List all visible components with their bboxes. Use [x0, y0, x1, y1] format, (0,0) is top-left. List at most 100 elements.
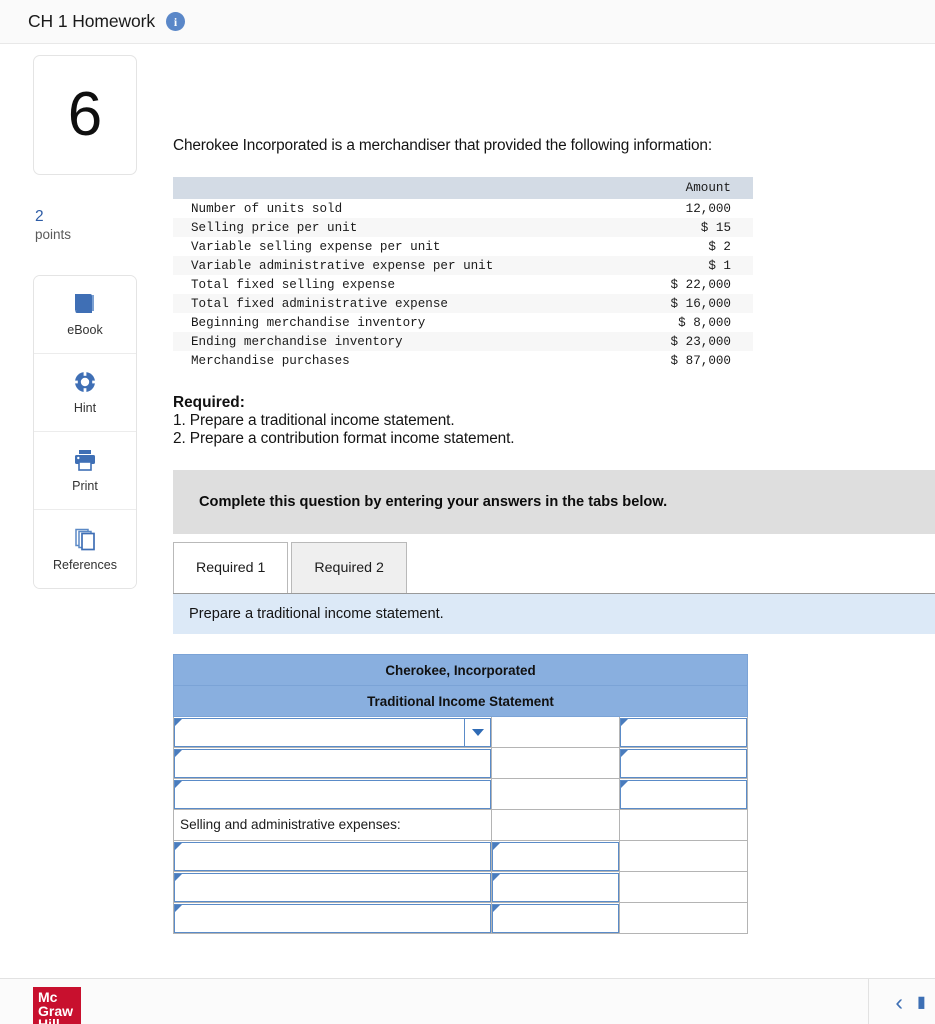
table-row	[173, 871, 748, 903]
question-number: 6	[67, 80, 103, 149]
answer-cell-r3c3[interactable]	[620, 779, 747, 809]
answer-cell-r6c2[interactable]	[492, 872, 619, 902]
question-prompt: Cherokee Incorporated is a merchandiser …	[173, 137, 712, 154]
instruction-banner: Complete this question by entering your …	[173, 470, 935, 534]
sidebar-item-hint[interactable]: Hint	[34, 354, 136, 433]
grid-cell-r4c2	[491, 809, 620, 841]
grid-cell-r1c2	[491, 716, 620, 748]
footer-bar: Mc Graw Hill ‹ ▮	[0, 978, 935, 1024]
instruction-banner-text: Complete this question by entering your …	[199, 494, 668, 510]
grid-statement-title: Traditional Income Statement	[173, 685, 748, 717]
grid-title-row-2: Traditional Income Statement	[173, 685, 748, 717]
required-item-2: 2. Prepare a contribution format income …	[173, 430, 515, 447]
table-row: Merchandise purchases $ 87,000	[173, 351, 753, 370]
tab-required-1[interactable]: Required 1	[173, 542, 289, 593]
grid-cell-r6c1[interactable]	[173, 871, 492, 903]
tab-label: Required 2	[314, 560, 384, 576]
question-number-box: 6	[33, 55, 137, 175]
sidebar-item-print[interactable]: Print	[34, 432, 136, 511]
grid-cell-r6c2[interactable]	[491, 871, 620, 903]
answer-cell-r2c1[interactable]	[174, 748, 491, 778]
given-data-table: Amount Number of units sold 12,000 Selling…	[173, 177, 753, 370]
fact-label: Beginning merchandise inventory	[173, 313, 628, 332]
required-block: Required: 1. Prepare a traditional incom…	[173, 394, 935, 448]
answer-input-r1c3[interactable]	[621, 718, 746, 746]
grid-cell-r7c1[interactable]	[173, 902, 492, 934]
answer-input-r3c3[interactable]	[621, 780, 746, 808]
grid-cell-r3c3[interactable]	[619, 778, 748, 810]
fact-amount: $ 8,000	[627, 313, 753, 332]
answer-cell-r3c1[interactable]	[174, 779, 491, 809]
lifering-icon	[72, 370, 98, 394]
chevron-left-icon[interactable]: ‹	[895, 990, 903, 1014]
fact-label: Variable administrative expense per unit	[173, 256, 628, 275]
mcgraw-hill-logo: Mc Graw Hill	[33, 987, 81, 1024]
column-header-amount: Amount	[627, 177, 753, 199]
answer-input-r6c2[interactable]	[493, 873, 618, 901]
next-nav-partial[interactable]: ▮	[917, 992, 931, 1012]
info-icon[interactable]: i	[166, 12, 186, 31]
printer-icon	[72, 448, 98, 472]
grid-cell-r3c2	[491, 778, 620, 810]
answer-cell-r5c2[interactable]	[492, 841, 619, 871]
grid-cell-r5c3	[619, 840, 748, 872]
table-row	[173, 902, 748, 934]
fact-label: Ending merchandise inventory	[173, 332, 628, 351]
sidebar: 6 2 points eBook Hint Print References	[33, 55, 137, 590]
grid-cell-r2c3[interactable]	[619, 747, 748, 779]
table-row: Selling price per unit $ 15	[173, 218, 753, 237]
fact-amount: $ 23,000	[627, 332, 753, 351]
fact-label: Total fixed selling expense	[173, 275, 628, 294]
grid-cell-r7c2[interactable]	[491, 902, 620, 934]
fact-amount: $ 1	[627, 256, 753, 275]
answer-cell-r1c3[interactable]	[620, 717, 747, 747]
answer-input-r5c1[interactable]	[175, 842, 490, 870]
sidebar-item-label: Hint	[73, 401, 97, 416]
answer-dropdown-r1[interactable]	[174, 717, 491, 747]
answer-input-r6c1[interactable]	[175, 873, 490, 901]
table-row: Variable administrative expense per unit…	[173, 256, 753, 275]
table-row	[173, 840, 748, 872]
answer-cell-r7c1[interactable]	[174, 903, 491, 933]
grid-cell-r6c3	[619, 871, 748, 903]
answer-input-r5c2[interactable]	[493, 842, 618, 870]
grid-cell-r1c3[interactable]	[619, 716, 748, 748]
required-item-1: 1. Prepare a traditional income statemen…	[173, 412, 455, 429]
answer-input-r7c1[interactable]	[175, 904, 490, 932]
tab-required-2[interactable]: Required 2	[291, 542, 407, 593]
footer-nav: ‹ ▮	[868, 979, 931, 1024]
answer-input-r2c1[interactable]	[175, 749, 490, 777]
sidebar-item-ebook[interactable]: eBook	[34, 276, 136, 355]
fact-label: Number of units sold	[173, 199, 628, 218]
answer-input-r3c1[interactable]	[175, 780, 490, 808]
answer-input-r2c3[interactable]	[621, 749, 746, 777]
fact-label: Total fixed administrative expense	[173, 294, 628, 313]
tool-stack: eBook Hint Print References	[33, 275, 137, 590]
question-body: Cherokee Incorporated is a merchandiser …	[173, 55, 935, 934]
grid-cell-r3c1[interactable]	[173, 778, 492, 810]
grid-cell-r2c1[interactable]	[173, 747, 492, 779]
grid-cell-r5c2[interactable]	[491, 840, 620, 872]
answer-input-r7c2[interactable]	[493, 904, 618, 932]
answer-cell-r7c2[interactable]	[492, 903, 619, 933]
tab-instruction-text: Prepare a traditional income statement.	[189, 606, 444, 622]
fact-amount: $ 22,000	[627, 275, 753, 294]
grid-cell-r1c1[interactable]	[173, 716, 492, 748]
fact-amount: $ 15	[627, 218, 753, 237]
answer-cell-r2c3[interactable]	[620, 748, 747, 778]
sidebar-item-references[interactable]: References	[34, 510, 136, 589]
table-row: Beginning merchandise inventory $ 8,000	[173, 313, 753, 332]
tab-bar: Required 1 Required 2	[173, 542, 935, 593]
answer-cell-r6c1[interactable]	[174, 872, 491, 902]
fact-amount: $ 16,000	[627, 294, 753, 313]
answer-cell-r5c1[interactable]	[174, 841, 491, 871]
sidebar-item-label: Print	[72, 479, 98, 494]
table-row: Selling and administrative expenses:	[173, 809, 748, 841]
sidebar-item-label: References	[53, 557, 117, 572]
grid-cell-r5c1[interactable]	[173, 840, 492, 872]
tab-label: Required 1	[196, 560, 266, 576]
chevron-down-icon[interactable]	[464, 718, 490, 746]
answer-input-r1c1[interactable]	[175, 718, 490, 746]
sidebar-item-label: eBook	[67, 323, 103, 338]
table-row	[173, 747, 748, 779]
